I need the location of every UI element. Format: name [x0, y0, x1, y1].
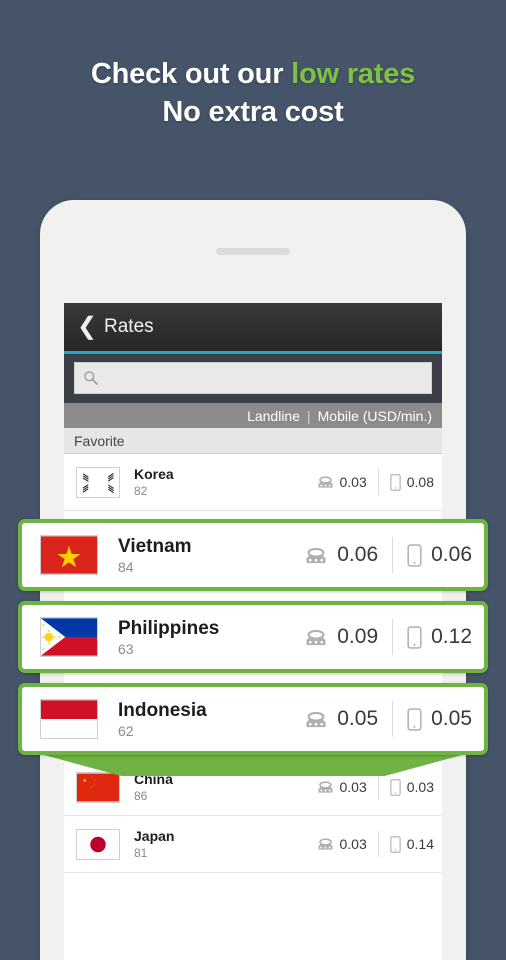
section-header-label: Favorite — [74, 432, 125, 449]
rate-group: 0.03 0.03 — [317, 774, 434, 800]
mobile-rate: 0.08 — [389, 473, 434, 491]
highlighted-row-vietnam[interactable]: Vietnam 84 0.06 0.06 — [18, 519, 488, 591]
country-code: 86 — [134, 788, 148, 803]
mobile-rate: 0.06 — [407, 543, 472, 567]
landline-rate-value: 0.03 — [339, 779, 367, 795]
flag-vn-icon — [40, 535, 98, 575]
flag-ph-icon — [40, 617, 98, 657]
landline-phone-icon — [318, 476, 332, 488]
rate-divider — [392, 619, 394, 655]
landline-rate-value: 0.09 — [337, 625, 379, 648]
section-header-favorite: Favorite — [64, 428, 442, 454]
app-bar: ❮ Rates — [64, 303, 442, 354]
mobile-phone-icon — [389, 778, 401, 796]
country-code: 63 — [118, 640, 134, 657]
country-names: Japan 81 — [134, 828, 317, 861]
flag-jp-icon — [76, 828, 120, 860]
landline-rate: 0.03 — [317, 779, 367, 795]
country-code: 82 — [134, 483, 148, 498]
column-header-mobile: Mobile (USD/min.) — [317, 407, 432, 424]
country-names: Indonesia 62 — [118, 699, 304, 740]
flag-id-icon — [40, 699, 98, 739]
rate-divider — [377, 774, 379, 800]
mobile-rate: 0.14 — [389, 835, 434, 853]
country-names: Philippines 63 — [118, 617, 304, 658]
rate-group: 0.03 0.14 — [317, 831, 434, 857]
search-bar-container — [64, 354, 442, 403]
landline-phone-icon — [306, 547, 326, 563]
mobile-rate-value: 0.08 — [406, 474, 434, 490]
column-header: Landline | Mobile (USD/min.) — [64, 403, 442, 428]
mobile-phone-icon — [407, 707, 422, 731]
landline-rate: 0.03 — [317, 474, 367, 490]
rate-divider — [377, 831, 379, 857]
rate-group: 0.09 0.12 — [304, 619, 472, 655]
rate-divider — [392, 701, 394, 737]
mobile-rate-value: 0.05 — [431, 707, 472, 730]
landline-rate-value: 0.05 — [337, 707, 379, 730]
highlighted-row-philippines[interactable]: Philippines 63 0.09 0.12 — [18, 601, 488, 673]
country-names: Korea 82 — [134, 466, 317, 499]
mobile-rate-value: 0.03 — [406, 779, 434, 795]
search-input[interactable] — [105, 369, 423, 387]
country-name: Vietnam — [118, 535, 192, 557]
page-title: Rates — [104, 316, 154, 337]
rate-group: 0.05 0.05 — [304, 701, 472, 737]
landline-phone-icon — [318, 781, 332, 793]
mobile-phone-icon — [407, 543, 422, 567]
country-code: 81 — [134, 845, 148, 860]
country-names: Vietnam 84 — [118, 535, 304, 576]
mobile-phone-icon — [389, 835, 401, 853]
search-icon — [84, 371, 98, 385]
landline-rate-value: 0.06 — [337, 543, 379, 566]
rate-divider — [392, 537, 394, 573]
rate-group: 0.03 0.08 — [317, 469, 434, 495]
mobile-rate: 0.12 — [407, 625, 472, 649]
country-code: 62 — [118, 722, 134, 739]
mobile-rate: 0.05 — [407, 707, 472, 731]
headline-accent: low rates — [291, 58, 416, 90]
landline-rate: 0.09 — [304, 625, 378, 649]
rate-group: 0.06 0.06 — [304, 537, 472, 573]
mobile-phone-icon — [407, 625, 422, 649]
mobile-rate-value: 0.14 — [406, 836, 434, 852]
highlighted-row-indonesia[interactable]: Indonesia 62 0.05 0.05 — [18, 683, 488, 755]
phone-speaker — [216, 248, 290, 255]
headline-line2: No extra cost — [162, 96, 344, 128]
landline-rate: 0.06 — [304, 543, 378, 567]
flag-kr-icon — [76, 466, 120, 498]
rate-divider — [377, 469, 379, 495]
column-header-landline: Landline — [247, 407, 300, 424]
search-box[interactable] — [74, 362, 432, 394]
landline-phone-icon — [318, 838, 332, 850]
landline-phone-icon — [306, 629, 326, 645]
landline-rate: 0.03 — [317, 836, 367, 852]
landline-rate: 0.05 — [304, 707, 378, 731]
mobile-phone-icon — [389, 473, 401, 491]
mobile-rate: 0.03 — [389, 778, 434, 796]
mobile-rate-value: 0.12 — [431, 625, 472, 648]
table-row[interactable]: Korea 82 0.03 0.08 — [64, 454, 442, 511]
country-name: Japan — [134, 827, 175, 844]
table-row[interactable]: Japan 81 0.03 0.14 — [64, 816, 442, 873]
headline-prefix: Check out our — [90, 58, 292, 90]
country-name: Korea — [134, 465, 174, 482]
landline-rate-value: 0.03 — [339, 836, 367, 852]
landline-rate-value: 0.03 — [339, 474, 367, 490]
flag-cn-icon — [76, 771, 120, 803]
column-header-separator: | — [307, 407, 311, 424]
back-chevron-icon[interactable]: ❮ — [72, 315, 102, 339]
page-headline: Check out our low rates No extra cost — [0, 55, 506, 131]
country-name: Philippines — [118, 617, 220, 639]
landline-phone-icon — [306, 711, 326, 727]
country-code: 84 — [118, 558, 134, 575]
country-name: Indonesia — [118, 699, 207, 721]
mobile-rate-value: 0.06 — [431, 543, 472, 566]
headline-line1: Check out our low rates — [91, 58, 415, 90]
